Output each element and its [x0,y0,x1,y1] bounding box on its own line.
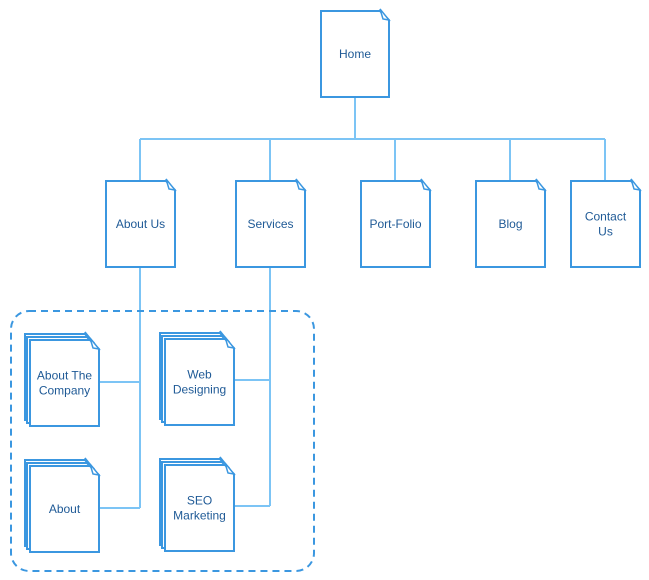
node-web-designing[interactable]: WebDesigning [159,330,236,426]
node-label: Contact [585,210,627,224]
node-label: Company [39,384,90,398]
node-label: About The [37,369,92,383]
node-home[interactable]: Home [320,8,391,98]
node-label: Marketing [173,509,226,523]
node-label: Services [247,217,293,231]
node-label: Web [187,368,212,382]
node-about-the-company[interactable]: About TheCompany [24,331,101,427]
node-about-us[interactable]: About Us [105,178,177,268]
node-contact-us[interactable]: ContactUs [570,178,642,268]
node-services[interactable]: Services [235,178,307,268]
node-label: Port-Folio [369,217,421,231]
nodes: Home About Us Services Port-Folio Blog Contac… [24,8,642,553]
connector-line [99,267,141,509]
node-label: Designing [173,383,226,397]
connector-line [234,267,271,507]
sitemap-diagram: Home About Us Services Port-Folio Blog Contac… [10,8,642,572]
node-label: Home [339,47,371,61]
node-port-folio[interactable]: Port-Folio [360,178,432,268]
node-blog[interactable]: Blog [475,178,547,268]
node-about[interactable]: About [24,457,101,553]
node-label: Us [598,225,613,239]
node-seo-marketing[interactable]: SEOMarketing [159,456,236,552]
node-label: SEO [187,494,212,508]
connectors [99,97,606,509]
node-label: Blog [498,217,522,231]
connector-line [140,97,605,140]
node-label: About [49,502,81,516]
node-label: About Us [116,217,165,231]
